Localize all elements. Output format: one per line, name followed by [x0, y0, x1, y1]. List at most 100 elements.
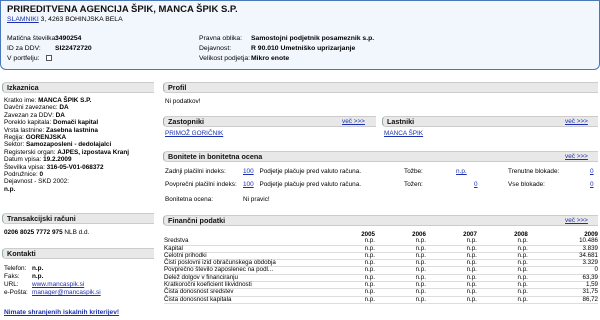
kontakti-title: Kontakti	[2, 248, 154, 259]
financni-row-label: Sredstva	[164, 238, 324, 246]
kontakt-label: URL:	[4, 281, 19, 288]
trenutne-value-link[interactable]: 0	[590, 168, 594, 176]
kontakt-value: n.p.	[32, 265, 44, 272]
izkaznica-value: DA	[55, 111, 65, 119]
izkaznica-label: Registerski organ:	[4, 148, 56, 156]
profil-title: Profil	[163, 82, 598, 93]
company-address: SLAMNIKI 3, 4263 BOHINJSKA BELA	[7, 16, 123, 23]
kontakt-label: Telefon:	[4, 265, 27, 272]
dejavnost-label: Dejavnost:	[199, 45, 232, 52]
ocena-value: Ni pravic!	[243, 196, 270, 203]
kontakt-link[interactable]: manager@mancaspik.si	[32, 289, 101, 296]
lastnik-link[interactable]: MANCA ŠPIK	[384, 130, 423, 138]
ddv-value: SI22472720	[55, 45, 92, 52]
maticna-label: Matična številka:	[7, 35, 58, 42]
financni-row: Sredstva n.p. n.p. n.p. n.p. 10.486	[164, 238, 598, 246]
tozen-label: Tožen:	[404, 181, 423, 188]
financni-cell: 3.329	[527, 259, 598, 268]
velikost-label: Velikost podjetja:	[199, 55, 251, 62]
account-number: 0206 8025 7772 975	[4, 229, 63, 236]
zadnji-desc: Podjetje plačuje pred valuto računa.	[259, 168, 362, 175]
financni-cell: n.p.	[374, 296, 426, 304]
financni-cell: n.p.	[425, 296, 477, 304]
bonitete-title: Bonitete in bonitetna ocena	[163, 151, 598, 162]
dejavnost-row: Dejavnost: R 90.010 Umetniško uprizarjanj…	[199, 45, 355, 52]
izkaznica-value: 19.2.2009	[43, 156, 72, 164]
izkaznica-value: 0	[39, 171, 44, 178]
izkaznica-value: Zasebna lastnina	[46, 126, 98, 134]
izkaznica-value: 316-05-V01-068372	[46, 163, 104, 171]
vse-value-link[interactable]: 0	[590, 181, 594, 189]
izkaznica-label: Zavezan za DDV:	[4, 111, 54, 119]
izkaznica-label: Poreklo kapitala:	[4, 119, 52, 127]
izkaznica-label: Vrsta lastnine:	[4, 126, 45, 134]
izkaznica-value: n.p.	[4, 185, 16, 193]
izkaznica-value: MANCA ŠPIK S.P.	[38, 97, 92, 104]
financni-row-label: Čista donosnost kapitala	[164, 296, 324, 304]
kontakt-row: URL: www.mancaspik.si	[4, 281, 84, 289]
kontakt-row: e-Pošta: manager@mancaspik.si	[4, 289, 101, 297]
izkaznica-label: Kratko ime:	[4, 97, 37, 104]
financni-row: Čista donosnost kapitala n.p. n.p. n.p. n.p.…	[164, 296, 598, 304]
vse-label: Vse blokade:	[508, 181, 545, 188]
financni-table: 2005 2006 2007 2008 2009 Sredstva n.p. n.p. n.p…	[164, 231, 598, 304]
bonitete-more-link[interactable]: več >>>	[565, 153, 588, 160]
izkaznica-value: Samozaposleni - dedolajalci	[26, 141, 112, 149]
maticna-value: 3490254	[55, 35, 82, 42]
account-bank: NLB d.d.	[64, 229, 90, 236]
zadnji-index-row: Zadnji plačilni indeks: 100 Podjetje plač…	[165, 168, 361, 176]
velikost-row: Velikost podjetja:Mikro enote	[199, 55, 289, 62]
transakcijski-title: Transakcijski računi	[2, 213, 154, 224]
portfelj-checkbox[interactable]	[45, 55, 52, 62]
ddv-label: ID za DDV:	[7, 45, 41, 52]
kontakt-label: e-Pošta:	[4, 289, 28, 296]
povp-desc: Podjetje plačuje pred valuto računa.	[259, 181, 362, 188]
kontakt-label: Faks:	[4, 273, 20, 280]
izkaznica-label: Regija:	[4, 134, 24, 141]
izkaznica-row: n.p.	[4, 186, 15, 194]
izkaznica-label: Davčni zavezanec:	[4, 104, 58, 112]
tozbe-label: Tožbe:	[404, 168, 423, 175]
financni-cell: 86,72	[527, 296, 598, 304]
ocena-row: Bonitetna ocena: Ni pravic!	[165, 196, 270, 204]
financni-title: Finančni podatki	[163, 215, 598, 226]
izkaznica-value: DA	[59, 104, 69, 112]
ocena-label: Bonitetna ocena:	[165, 196, 213, 203]
financni-more-link[interactable]: več >>>	[565, 217, 588, 224]
account-row: 0206 8025 7772 975 NLB d.d.	[4, 229, 89, 237]
street-link[interactable]: SLAMNIKI	[7, 16, 39, 23]
address-rest: 3, 4263 BOHINJSKA BELA	[38, 16, 123, 23]
kontakt-row: Telefon: n.p.	[4, 265, 43, 273]
povp-value-link[interactable]: 100	[243, 181, 254, 188]
pravna-label: Pravna oblika:	[199, 35, 243, 42]
maticna-row: Matična številka:3490254	[7, 35, 81, 42]
izkaznica-label: Datum vpisa:	[4, 156, 42, 164]
financni-cell: n.p.	[476, 296, 528, 304]
kontakt-link[interactable]: www.mancaspik.si	[32, 281, 84, 288]
dejavnost-value: R 90.010 Umetniško uprizarjanje	[251, 45, 356, 52]
financni-cell: n.p.	[324, 296, 375, 304]
kontakt-value: n.p.	[32, 273, 44, 280]
izkaznica-label: Podružnice:	[4, 171, 38, 178]
lastniki-more-link[interactable]: več >>>	[565, 118, 588, 125]
izkaznica-label: Številka vpisa:	[4, 163, 45, 171]
company-header: PRIREDITVENA AGENCIJA ŠPIK, MANCA ŠPIK S…	[0, 0, 600, 70]
velikost-value: Mikro enote	[251, 55, 290, 62]
ddv-row: ID za DDV: SI22472720	[7, 45, 92, 52]
trenutne-label: Trenutne blokade:	[508, 168, 560, 175]
pravna-value: Samostojni podjetnik posameznik s.p.	[251, 35, 375, 42]
izkaznica-value: GORENJSKA	[25, 134, 67, 141]
portfelj-label: V portfelju:	[7, 55, 40, 62]
saved-criteria-link[interactable]: Nimate shranjenih iskalnih kriterijev!	[4, 309, 119, 316]
izkaznica-value: Domači kapital	[53, 119, 99, 127]
zadnji-value-link[interactable]: 100	[243, 168, 254, 175]
zadnji-label: Zadnji plačilni indeks:	[165, 168, 226, 175]
tozbe-value-link[interactable]: n.p.	[456, 168, 467, 176]
tozen-value-link[interactable]: 0	[474, 181, 478, 189]
zastopnik-link[interactable]: PRIMOŽ GORIČNIK	[165, 130, 223, 138]
kontakt-row: Faks: n.p.	[4, 273, 43, 281]
zastopniki-more-link[interactable]: več >>>	[342, 118, 365, 125]
izkaznica-label: Sektor:	[4, 141, 25, 149]
company-title: PRIREDITVENA AGENCIJA ŠPIK, MANCA ŠPIK S…	[7, 4, 238, 15]
pravna-row: Pravna oblika: Samostojni podjetnik posam…	[199, 35, 374, 42]
